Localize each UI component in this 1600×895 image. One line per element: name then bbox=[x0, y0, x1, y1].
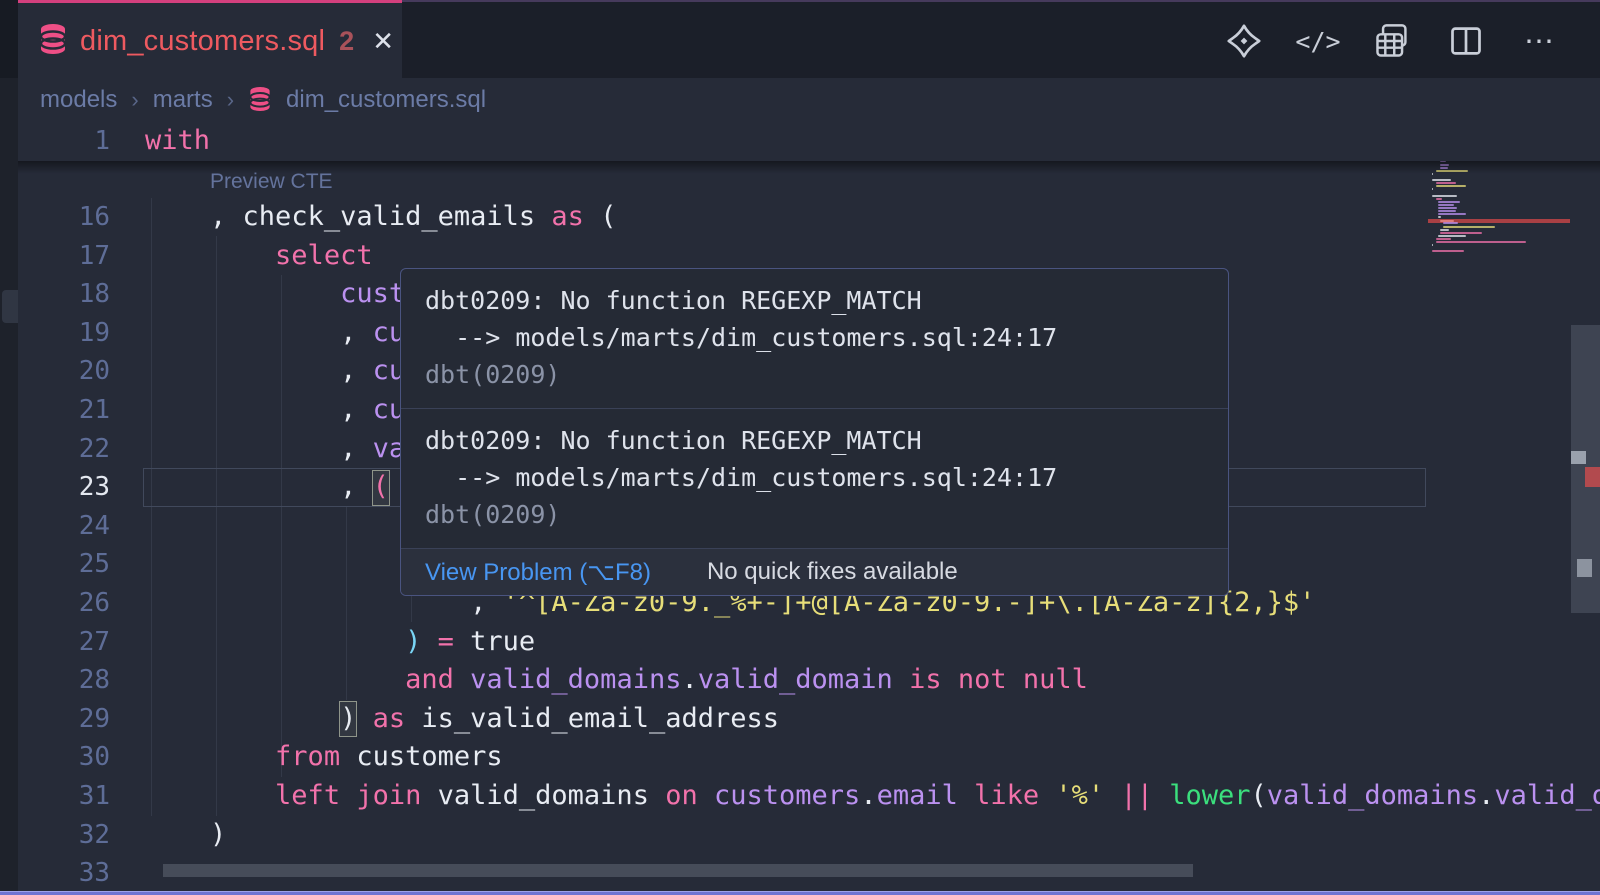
diagnostic-message: dbt0209: No function REGEXP_MATCH bbox=[425, 282, 1204, 319]
diagnostic-location-line: --> models/marts/dim_customers.sql:24:17… bbox=[425, 319, 1204, 393]
overview-mark bbox=[1577, 559, 1592, 577]
line-number: 20 bbox=[18, 352, 110, 391]
code-line[interactable]: ) bbox=[145, 816, 226, 855]
line-number: 26 bbox=[18, 584, 110, 623]
line-number: 22 bbox=[18, 430, 110, 469]
editor-tab-bar: dim_customers.sql 2 ✕ </> bbox=[18, 0, 1600, 80]
compiled-code-icon[interactable]: </> bbox=[1298, 21, 1338, 61]
code-line[interactable]: , check_valid_emails as ( bbox=[145, 198, 616, 237]
minimap[interactable] bbox=[1428, 122, 1570, 895]
line-number: 33 bbox=[18, 854, 110, 893]
code-line[interactable]: and valid_domains.valid_domain is not nu… bbox=[145, 661, 1088, 700]
diagnostic-entry: dbt0209: No function REGEXP_MATCH --> mo… bbox=[401, 269, 1228, 409]
minimap-line bbox=[1432, 244, 1433, 246]
vertical-scrollbar[interactable] bbox=[1571, 122, 1600, 895]
left-edge-strip bbox=[0, 0, 18, 895]
close-tab-icon[interactable]: ✕ bbox=[372, 26, 394, 57]
diagnostic-message: dbt0209: No function REGEXP_MATCH bbox=[425, 422, 1204, 459]
line-number: 32 bbox=[18, 816, 110, 855]
minimap-line bbox=[1438, 213, 1465, 215]
line-number: 25 bbox=[18, 545, 110, 584]
horizontal-scrollbar[interactable] bbox=[163, 864, 1193, 877]
minimap-line bbox=[1443, 222, 1459, 224]
minimap-line bbox=[1436, 185, 1465, 187]
dbt-logo-icon[interactable] bbox=[1224, 21, 1264, 61]
bottom-panel-border bbox=[0, 891, 1600, 895]
line-number: 31 bbox=[18, 777, 110, 816]
code-line[interactable]: ) as is_valid_email_address bbox=[145, 700, 779, 739]
chevron-right-icon: › bbox=[131, 87, 138, 113]
minimap-line bbox=[1438, 216, 1441, 218]
line-number: 23 bbox=[18, 468, 110, 507]
overview-mark bbox=[1571, 451, 1586, 464]
sticky-scroll-line[interactable]: 1 with bbox=[18, 122, 1600, 161]
minimap-line bbox=[1436, 182, 1456, 184]
minimap-line bbox=[1432, 188, 1433, 190]
minimap-line bbox=[1432, 250, 1464, 252]
diagnostic-location-line: --> models/marts/dim_customers.sql:24:17… bbox=[425, 459, 1204, 533]
breadcrumb-item-models[interactable]: models bbox=[40, 86, 117, 114]
line-number: 27 bbox=[18, 623, 110, 662]
sticky-code-text: with bbox=[145, 122, 210, 161]
line-number: 19 bbox=[18, 314, 110, 353]
overview-error-mark bbox=[1585, 467, 1600, 487]
minimap-line bbox=[1438, 207, 1457, 209]
chevron-right-icon: › bbox=[227, 87, 234, 113]
tab-dim-customers-sql[interactable]: dim_customers.sql 2 ✕ bbox=[18, 0, 402, 80]
minimap-line bbox=[1438, 210, 1456, 212]
minimap-line bbox=[1436, 238, 1451, 240]
tab-filename: dim_customers.sql bbox=[80, 25, 325, 58]
line-number: 17 bbox=[18, 237, 110, 276]
more-actions-icon[interactable]: ⋯ bbox=[1520, 21, 1560, 61]
minimap-line bbox=[1432, 195, 1457, 197]
line-number: 28 bbox=[18, 661, 110, 700]
diagnostic-source: dbt(0209) bbox=[425, 500, 560, 529]
code-line[interactable]: , ( bbox=[145, 468, 389, 507]
vscode-editor-window: dim_customers.sql 2 ✕ </> bbox=[0, 0, 1600, 895]
minimap-line bbox=[1440, 232, 1482, 234]
line-number: 16 bbox=[18, 198, 110, 237]
hover-diagnostic-tooltip: dbt0209: No function REGEXP_MATCH --> mo… bbox=[400, 268, 1229, 596]
code-line[interactable]: ) = true bbox=[145, 623, 535, 662]
diagnostic-source: dbt(0209) bbox=[425, 360, 560, 389]
line-number: 18 bbox=[18, 275, 110, 314]
query-results-icon[interactable] bbox=[1372, 21, 1412, 61]
minimap-line bbox=[1436, 198, 1442, 200]
breadcrumb-item-file[interactable]: dim_customers.sql bbox=[286, 86, 486, 114]
sticky-scroll-shadow bbox=[18, 161, 1600, 174]
tab-modified-badge: 2 bbox=[339, 26, 354, 57]
code-line[interactable]: from customers bbox=[145, 738, 503, 777]
minimap-line bbox=[1438, 235, 1465, 237]
minimap-line bbox=[1443, 226, 1496, 228]
breadcrumb-item-marts[interactable]: marts bbox=[153, 86, 213, 114]
minimap-line bbox=[1440, 220, 1454, 222]
line-number: 30 bbox=[18, 738, 110, 777]
database-icon bbox=[248, 86, 272, 119]
minimap-line bbox=[1432, 179, 1451, 181]
hover-status-bar: View Problem (⌥F8) No quick fixes availa… bbox=[401, 549, 1228, 595]
line-number: 1 bbox=[18, 122, 110, 161]
diagnostic-entry: dbt0209: No function REGEXP_MATCH --> mo… bbox=[401, 409, 1228, 549]
left-edge-strip-top bbox=[0, 0, 18, 78]
minimap-line bbox=[1438, 204, 1454, 206]
breadcrumb: models › marts › dim_customers.sql bbox=[18, 78, 1600, 122]
minimap-line bbox=[1438, 201, 1460, 203]
line-number: 29 bbox=[18, 700, 110, 739]
code-line[interactable]: select bbox=[145, 237, 373, 276]
line-number: 21 bbox=[18, 391, 110, 430]
editor-actions: </> ⋯ bbox=[1224, 2, 1560, 80]
no-quick-fixes-label: No quick fixes available bbox=[707, 558, 958, 586]
view-problem-link[interactable]: View Problem (⌥F8) bbox=[425, 558, 651, 587]
sidebar-drag-handle[interactable] bbox=[2, 290, 18, 323]
line-number: 24 bbox=[18, 507, 110, 546]
minimap-line bbox=[1436, 241, 1526, 243]
minimap-line bbox=[1440, 229, 1448, 231]
split-editor-icon[interactable] bbox=[1446, 21, 1486, 61]
database-icon bbox=[38, 23, 68, 60]
code-line[interactable]: left join valid_domains on customers.ema… bbox=[145, 777, 1600, 816]
